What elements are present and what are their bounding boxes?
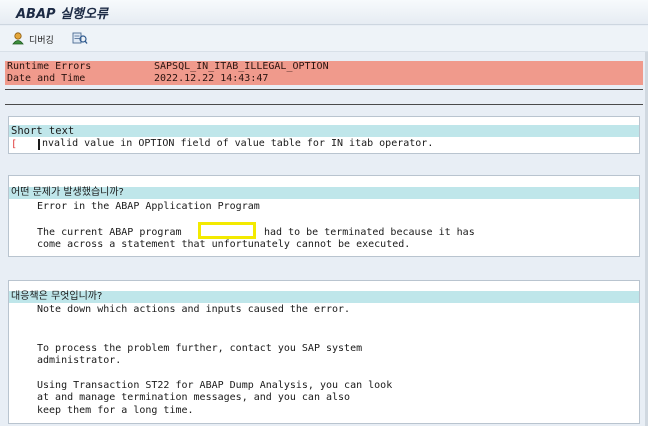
what-can-you-do-line: Note down which actions and inputs cause… xyxy=(37,304,351,315)
toolbar: 디버깅 xyxy=(0,26,648,52)
document-icon xyxy=(72,31,88,48)
debugger-button[interactable]: 디버깅 xyxy=(11,30,54,48)
divider xyxy=(5,104,643,105)
what-happened-line: come across a statement that unfortunate… xyxy=(37,239,411,250)
header-key: Date and Time xyxy=(7,73,86,84)
short-text-heading: Short text xyxy=(9,125,639,137)
header-row-date-time: Date and Time 2022.12.22 14:43:47 xyxy=(5,73,643,85)
header-value: 2022.12.22 14:43:47 xyxy=(154,73,269,84)
window-title: ABAP 실행오류 xyxy=(16,7,108,22)
header-value: SAPSQL_IN_ITAB_ILLEGAL_OPTION xyxy=(154,61,329,72)
short-text-line[interactable]: [ nvalid value in OPTION field of value … xyxy=(9,138,639,150)
what-happened-panel: 어떤 문제가 발생했습니까? Error in the ABAP Applica… xyxy=(8,175,640,257)
what-happened-line: The current ABAP program xyxy=(37,227,182,238)
error-marker: [ xyxy=(11,139,18,150)
what-can-you-do-line: keep them for a long time. xyxy=(37,405,194,416)
divider xyxy=(5,89,643,90)
short-text-message: nvalid value in OPTION field of value ta… xyxy=(42,138,434,149)
debugger-icon xyxy=(11,31,25,48)
redacted-program-name xyxy=(198,222,256,239)
what-can-you-do-panel: 대응책은 무엇입니까? Note down which actions and … xyxy=(8,280,640,424)
what-happened-line: Error in the ABAP Application Program xyxy=(37,201,260,212)
header-key: Runtime Errors xyxy=(7,61,92,72)
what-can-you-do-heading: 대응책은 무엇입니까? xyxy=(9,291,639,303)
dump-document-button[interactable] xyxy=(72,30,88,48)
debugger-label: 디버깅 xyxy=(29,35,54,46)
what-happened-line: had to be terminated because it has xyxy=(264,227,475,238)
title-bar: ABAP 실행오류 xyxy=(0,0,648,25)
what-happened-heading: 어떤 문제가 발생했습니까? xyxy=(9,187,639,199)
what-can-you-do-line: administrator. xyxy=(37,355,122,366)
text-cursor xyxy=(38,139,40,150)
short-text-panel: Short text [ nvalid value in OPTION fiel… xyxy=(8,116,640,154)
header-row-runtime-errors: Runtime Errors SAPSQL_IN_ITAB_ILLEGAL_OP… xyxy=(5,61,643,73)
what-can-you-do-line: at and manage termination messages, and … xyxy=(37,392,351,403)
what-can-you-do-line: To process the problem further, contact … xyxy=(37,343,363,354)
what-can-you-do-line: Using Transaction ST22 for ABAP Dump Ana… xyxy=(37,380,393,391)
